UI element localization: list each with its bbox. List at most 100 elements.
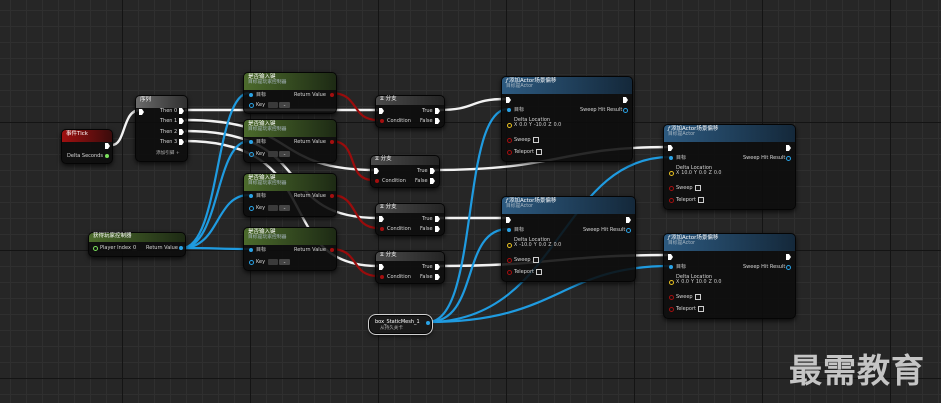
- offset1-teleport-checkbox[interactable]: [536, 149, 542, 155]
- add-offset-node-1[interactable]: ƒ添加Actor场景偏移 目标是Actor 目标 Sweep Hit Resul…: [501, 76, 633, 162]
- key2-key-picker[interactable]: [268, 151, 278, 157]
- is-input-key-node-2[interactable]: 是否输入键 目标是玩家控制器 目标 Return Value Key ⌄: [243, 119, 337, 163]
- then3-pin[interactable]: [179, 139, 184, 145]
- is-input-key-header-3[interactable]: 是否输入键 目标是玩家控制器: [244, 174, 336, 191]
- offset1-sweep-pin[interactable]: [507, 138, 512, 143]
- is-input-key-node-3[interactable]: 是否输入键 目标是玩家控制器 目标 Return Value Key ⌄: [243, 173, 337, 217]
- offset3-sweep-hit-pin[interactable]: [626, 228, 631, 233]
- sequence-header[interactable]: 序列: [136, 96, 187, 108]
- delta-seconds-pin[interactable]: [105, 154, 109, 158]
- event-tick-node[interactable]: 事件Tick Delta Seconds: [61, 129, 113, 164]
- static-mesh-output-pin[interactable]: [426, 321, 430, 325]
- key1-target-pin[interactable]: [249, 93, 253, 97]
- pc-return-value-pin[interactable]: [179, 246, 183, 250]
- offset3-exec-in-pin[interactable]: [506, 217, 511, 223]
- offset4-sweep-pin[interactable]: [669, 295, 674, 300]
- offset4-exec-in-pin[interactable]: [668, 254, 673, 260]
- branch-node-1[interactable]: ⧖ 分支 True Condition False: [375, 95, 445, 128]
- offset2-sweep-hit-pin[interactable]: [786, 156, 791, 161]
- add-offset-node-3[interactable]: ƒ添加Actor场景偏移 目标是Actor 目标 Sweep Hit Resul…: [501, 196, 636, 282]
- offset4-teleport-checkbox[interactable]: [698, 306, 704, 312]
- offset1-teleport-pin[interactable]: [507, 150, 512, 155]
- is-input-key-header-1[interactable]: 是否输入键 目标是玩家控制器: [244, 73, 336, 90]
- branch-node-3[interactable]: ⧖ 分支 True Condition False: [375, 203, 445, 236]
- offset2-sweep-checkbox[interactable]: [695, 185, 701, 191]
- sequence-node[interactable]: 序列 Then 0 Then 1 Then 2 Then 3 添加引脚 +: [135, 95, 188, 162]
- key1-return-pin[interactable]: [330, 93, 334, 97]
- branch1-false-pin[interactable]: [435, 118, 440, 124]
- get-player-controller-node[interactable]: 获得玩家控制器 Player Index 0 Return Value: [88, 232, 186, 257]
- is-input-key-node-1[interactable]: 是否输入键 目标是玩家控制器 目标 Return Value Key ⌄: [243, 72, 337, 114]
- key2-key-dropdown[interactable]: ⌄: [279, 151, 290, 157]
- add-pin-button[interactable]: 添加引脚 +: [156, 151, 180, 157]
- static-mesh-reference-node[interactable]: box_StaticMesh_1 从持久关卡: [368, 314, 433, 335]
- offset4-exec-out-pin[interactable]: [786, 254, 791, 260]
- key4-target-pin[interactable]: [249, 248, 253, 252]
- key4-key-picker[interactable]: [268, 259, 278, 265]
- branch3-false-pin[interactable]: [435, 226, 440, 232]
- branch1-condition-pin[interactable]: [380, 119, 384, 123]
- branch2-true-pin[interactable]: [430, 168, 435, 174]
- player-index-value[interactable]: 0: [132, 245, 138, 251]
- key2-target-pin[interactable]: [249, 140, 253, 144]
- branch1-exec-in-pin[interactable]: [379, 108, 384, 114]
- branch-header-2[interactable]: ⧖ 分支: [371, 156, 439, 165]
- offset2-sweep-pin[interactable]: [669, 186, 674, 191]
- key3-key-picker[interactable]: [268, 205, 278, 211]
- then0-pin[interactable]: [179, 108, 184, 114]
- add-offset-node-4[interactable]: ƒ添加Actor场景偏移 目标是Actor 目标 Sweep Hit Resul…: [663, 233, 796, 319]
- offset1-vector-fields[interactable]: X 0.0 Y -10.0 Z 0.0: [514, 123, 563, 129]
- branch2-condition-pin[interactable]: [375, 179, 379, 183]
- offset1-delta-location-pin[interactable]: [507, 123, 512, 128]
- add-offset-node-2[interactable]: ƒ添加Actor场景偏移 目标是Actor 目标 Sweep Hit Resul…: [663, 124, 796, 210]
- sequence-exec-in-pin[interactable]: [139, 109, 144, 115]
- branch-header-4[interactable]: ⧖ 分支: [376, 252, 444, 261]
- key3-key-pin[interactable]: [249, 206, 254, 211]
- offset1-sweep-hit-pin[interactable]: [623, 108, 628, 113]
- offset2-delta-location-pin[interactable]: [669, 171, 674, 176]
- offset2-vector-fields[interactable]: X 10.0 Y 0.0 Z 0.0: [676, 171, 724, 177]
- event-tick-header[interactable]: 事件Tick: [62, 130, 112, 142]
- key3-target-pin[interactable]: [249, 194, 253, 198]
- is-input-key-node-4[interactable]: 是否输入键 目标是玩家控制器 目标 Return Value Key ⌄: [243, 227, 337, 271]
- branch2-false-pin[interactable]: [430, 178, 435, 184]
- branch4-false-pin[interactable]: [435, 274, 440, 280]
- player-index-pin[interactable]: [93, 246, 98, 251]
- branch-header-1[interactable]: ⧖ 分支: [376, 96, 444, 105]
- key1-key-pin[interactable]: [249, 103, 254, 108]
- offset3-vector-fields[interactable]: X -10.0 Y 0.0 Z 0.0: [514, 243, 563, 249]
- offset3-exec-out-pin[interactable]: [626, 217, 631, 223]
- offset2-teleport-checkbox[interactable]: [698, 197, 704, 203]
- key2-key-pin[interactable]: [249, 152, 254, 157]
- branch4-condition-pin[interactable]: [380, 275, 384, 279]
- offset2-target-pin[interactable]: [669, 156, 673, 160]
- offset4-teleport-pin[interactable]: [669, 307, 674, 312]
- branch1-true-pin[interactable]: [435, 108, 440, 114]
- is-input-key-header-2[interactable]: 是否输入键 目标是玩家控制器: [244, 120, 336, 137]
- branch3-true-pin[interactable]: [435, 216, 440, 222]
- then1-pin[interactable]: [179, 118, 184, 124]
- offset1-sweep-checkbox[interactable]: [533, 137, 539, 143]
- offset4-sweep-checkbox[interactable]: [695, 294, 701, 300]
- is-input-key-header-4[interactable]: 是否输入键 目标是玩家控制器: [244, 228, 336, 245]
- then2-pin[interactable]: [179, 129, 184, 135]
- offset2-exec-out-pin[interactable]: [786, 145, 791, 151]
- branch4-true-pin[interactable]: [435, 264, 440, 270]
- branch-node-4[interactable]: ⧖ 分支 True Condition False: [375, 251, 445, 284]
- key2-return-pin[interactable]: [330, 140, 334, 144]
- offset3-target-pin[interactable]: [507, 228, 511, 232]
- key3-return-pin[interactable]: [330, 194, 334, 198]
- key1-key-dropdown[interactable]: ⌄: [279, 102, 290, 108]
- offset1-target-pin[interactable]: [507, 108, 511, 112]
- key4-return-pin[interactable]: [330, 248, 334, 252]
- exec-out-pin[interactable]: [105, 143, 110, 149]
- branch2-exec-in-pin[interactable]: [374, 168, 379, 174]
- offset4-sweep-hit-pin[interactable]: [786, 265, 791, 270]
- offset3-teleport-checkbox[interactable]: [536, 269, 542, 275]
- offset4-vector-fields[interactable]: X 0.0 Y 10.0 Z 0.0: [676, 280, 724, 286]
- key4-key-dropdown[interactable]: ⌄: [279, 259, 290, 265]
- offset1-exec-in-pin[interactable]: [506, 97, 511, 103]
- branch3-condition-pin[interactable]: [380, 227, 384, 231]
- key3-key-dropdown[interactable]: ⌄: [279, 205, 290, 211]
- add-offset-header-3[interactable]: ƒ添加Actor场景偏移 目标是Actor: [502, 197, 635, 214]
